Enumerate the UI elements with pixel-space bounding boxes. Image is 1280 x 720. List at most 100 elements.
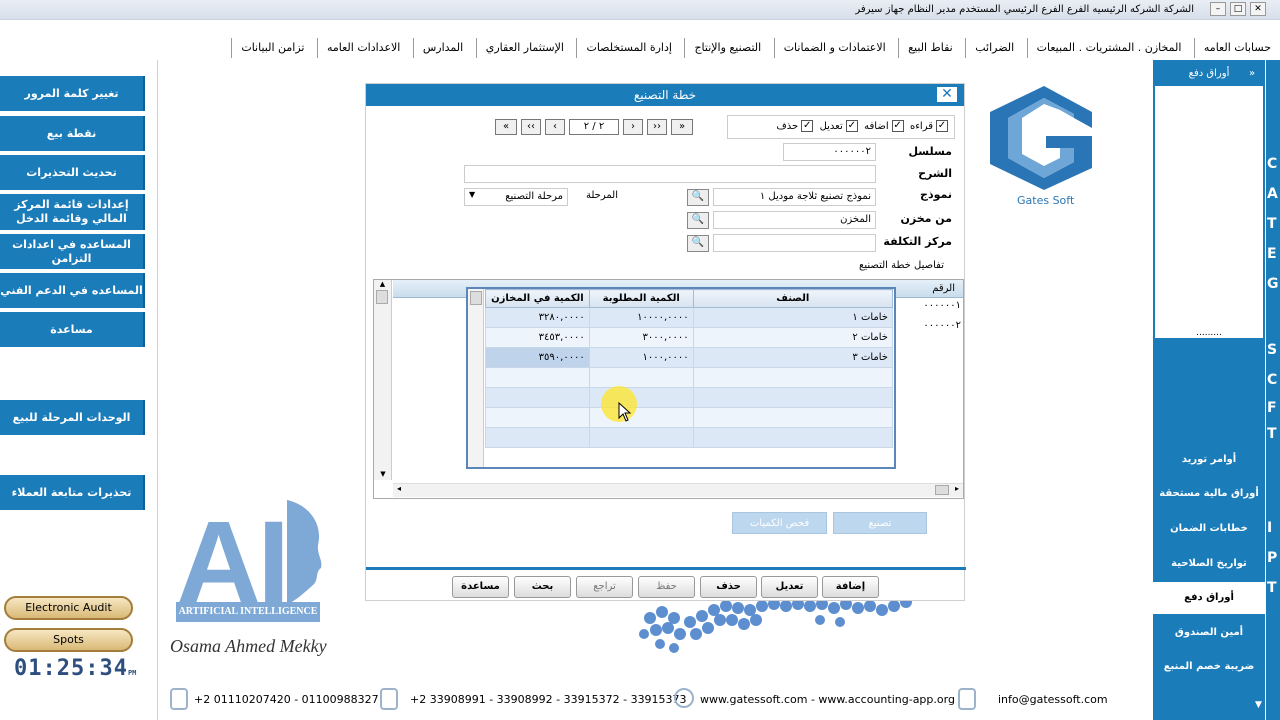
grid-hscrollbar[interactable]: ◂ ▸ — [393, 483, 963, 497]
strip-letter: E — [1267, 246, 1277, 262]
required-cell: ١٠٠٠,٠٠٠٠ — [588, 347, 694, 368]
required-cell: ٣٠٠٠,٠٠٠٠ — [588, 327, 694, 348]
table-row[interactable]: خامات ٢ ٣٠٠٠,٠٠٠٠ ٣٤٥٣,٠٠٠٠ — [485, 327, 894, 348]
menu-item[interactable]: نقاط البيع — [898, 38, 962, 58]
help-toolbar-button[interactable]: مساعدة — [452, 576, 509, 598]
model-field[interactable]: نموذج تصنيع ثلاجة موديل ١ — [713, 188, 876, 206]
cost-center-search-icon[interactable]: 🔍 — [687, 235, 709, 252]
menu-item[interactable]: الضرائب — [965, 38, 1023, 58]
scroll-down-icon[interactable]: ▼ — [1255, 700, 1262, 710]
spots-button[interactable]: Spots — [4, 628, 133, 652]
pos-button[interactable]: نقطة بيع — [0, 116, 145, 151]
nav-last-button[interactable]: » — [671, 119, 693, 135]
required-cell: ١٠٠٠٠,٠٠٠٠ — [588, 307, 694, 328]
dialog-toolbar: إضافة تعديل حذف حفظ تراجع بحث مساعدة — [366, 567, 966, 599]
support-help-button[interactable]: المساعده في الدعم الفني — [0, 273, 145, 308]
strip-letter: P — [1267, 550, 1278, 566]
posted-units-button[interactable]: الوحدات المرحلة للبيع — [0, 400, 145, 435]
right-panel-header[interactable]: « أوراق دفع — [1153, 62, 1265, 86]
model-search-icon[interactable]: 🔍 — [687, 189, 709, 206]
menu-item[interactable]: المخازن . المشتريات . المبيعات — [1026, 38, 1191, 58]
clock: 01:25:34PM — [14, 656, 136, 681]
save-button[interactable]: حفظ — [638, 576, 695, 598]
stage-select[interactable]: مرحلة التصنيع ▼ — [464, 188, 568, 206]
footer-web[interactable]: www.gatessoft.com - www.accounting-app.o… — [700, 693, 955, 706]
cost-center-field[interactable] — [713, 234, 876, 252]
undo-button[interactable]: تراجع — [576, 576, 633, 598]
grid-vscrollbar[interactable]: ▲ ▼ — [374, 280, 392, 480]
maximize-button[interactable]: □ — [1230, 2, 1246, 16]
strip-letter: G — [1267, 276, 1279, 292]
read-checkbox[interactable]: ✓ — [936, 120, 948, 132]
add-label: اضافه — [864, 121, 889, 132]
close-window-button[interactable]: ✕ — [1250, 2, 1266, 16]
scroll-right-icon[interactable]: ▸ — [955, 484, 959, 493]
add-checkbox[interactable]: ✓ — [891, 120, 904, 132]
clock-ampm: PM — [127, 669, 137, 677]
help-button[interactable]: مساعدة — [0, 312, 145, 347]
serial-label: مسلسل — [908, 145, 952, 158]
edit-button[interactable]: تعديل — [761, 576, 818, 598]
search-button[interactable]: بحث — [514, 576, 571, 598]
strip-letter: C — [1267, 372, 1278, 388]
right-item-supply-orders[interactable]: أوامر توريد — [1153, 444, 1265, 476]
right-item-withholding-tax[interactable]: ضريبة خصم المنبع — [1153, 651, 1265, 683]
delete-checkbox[interactable]: ✓ — [801, 120, 814, 132]
table-row[interactable]: خامات ١ ١٠٠٠٠,٠٠٠٠ ٣٢٨٠,٠٠٠٠ — [485, 307, 894, 328]
financial-statements-settings-button[interactable]: إعدادات قائمة المركز المالي وقائمة الدخل — [0, 194, 145, 230]
right-item-payable-papers[interactable]: أوراق دفع — [1153, 582, 1265, 614]
minimize-button[interactable]: – — [1210, 2, 1226, 16]
right-item-cashier[interactable]: أمين الصندوق — [1153, 617, 1265, 649]
scroll-left-icon[interactable]: ◂ — [397, 484, 401, 493]
scroll-up-icon[interactable]: ▲ — [374, 280, 391, 288]
collapse-icon[interactable]: « — [1249, 62, 1255, 86]
nav-first-button[interactable]: « — [495, 119, 517, 135]
from-store-label: من مخزن — [900, 212, 952, 225]
electronic-audit-button[interactable]: Electronic Audit — [4, 596, 133, 620]
left-divider — [157, 60, 158, 720]
nav-prev-page-button[interactable]: ‹‹ — [521, 119, 541, 135]
stock-cell: ٣٤٥٣,٠٠٠٠ — [485, 327, 590, 348]
profile-silhouette-icon — [287, 500, 322, 605]
right-item-due-papers[interactable]: أوراق مالية مستحقة — [1153, 478, 1265, 510]
hscroll-thumb[interactable] — [935, 485, 949, 495]
table-row[interactable]: خامات ٣ ١٠٠٠,٠٠٠٠ ٣٥٩٠,٠٠٠٠ — [485, 347, 894, 368]
right-item-guarantee-letters[interactable]: خطابات الضمان — [1153, 513, 1265, 545]
from-store-field[interactable]: المخزن — [713, 211, 876, 229]
scroll-thumb[interactable] — [376, 290, 388, 304]
menu-item[interactable]: الاعتمادات و الضمانات — [773, 38, 895, 58]
popup-vscrollbar[interactable] — [468, 289, 484, 467]
scroll-down-icon[interactable]: ▼ — [374, 470, 392, 478]
right-panel-header-label: أوراق دفع — [1188, 68, 1230, 79]
check-quantities-button[interactable]: فحص الكميات — [732, 512, 827, 534]
edit-checkbox[interactable]: ✓ — [845, 120, 858, 132]
store-search-icon[interactable]: 🔍 — [687, 212, 709, 229]
delete-button[interactable]: حذف — [700, 576, 757, 598]
chevron-down-icon[interactable]: ▼ — [469, 190, 475, 199]
manufacture-button[interactable]: تصنيع — [833, 512, 927, 534]
menu-item[interactable]: حسابات العامه — [1193, 38, 1280, 58]
menu-item[interactable]: إدارة المستخلصات — [576, 38, 680, 58]
table-row[interactable]: ٠٠٠٠٠٠٢ — [899, 320, 961, 340]
sync-help-button[interactable]: المساعده في اعدادات التزامن — [0, 234, 145, 269]
menu-item[interactable]: الإستثمار العقاري — [475, 38, 573, 58]
table-row[interactable]: ٠٠٠٠٠٠١ — [899, 300, 961, 320]
serial-field[interactable]: ٠٠٠٠٠٠٢ — [783, 143, 876, 161]
menu-item[interactable]: التصنيع والإنتاج — [684, 38, 770, 58]
description-field[interactable] — [464, 165, 876, 183]
menu-item[interactable]: المدارس — [412, 38, 472, 58]
nav-next-page-button[interactable]: ›› — [647, 119, 667, 135]
refresh-warnings-button[interactable]: تحديث التحذيرات — [0, 155, 145, 190]
footer-email[interactable]: info@gatessoft.com — [998, 693, 1108, 706]
add-button[interactable]: إضافة — [822, 576, 879, 598]
phone-icon — [380, 688, 398, 710]
customer-followup-warnings-button[interactable]: تحذيرات متابعة العملاء — [0, 475, 145, 510]
right-item-expiry-dates[interactable]: تواريخ الصلاحية — [1153, 548, 1265, 580]
menu-item[interactable]: تزامن البيانات — [231, 38, 313, 58]
dialog-close-button[interactable]: ✕ — [936, 86, 958, 103]
scroll-thumb[interactable] — [470, 291, 482, 305]
change-password-button[interactable]: تغيير كلمة المرور — [0, 76, 145, 111]
nav-prev-button[interactable]: ‹ — [545, 119, 565, 135]
nav-next-button[interactable]: › — [623, 119, 643, 135]
menu-item[interactable]: الاعدادات العامه — [316, 38, 409, 58]
